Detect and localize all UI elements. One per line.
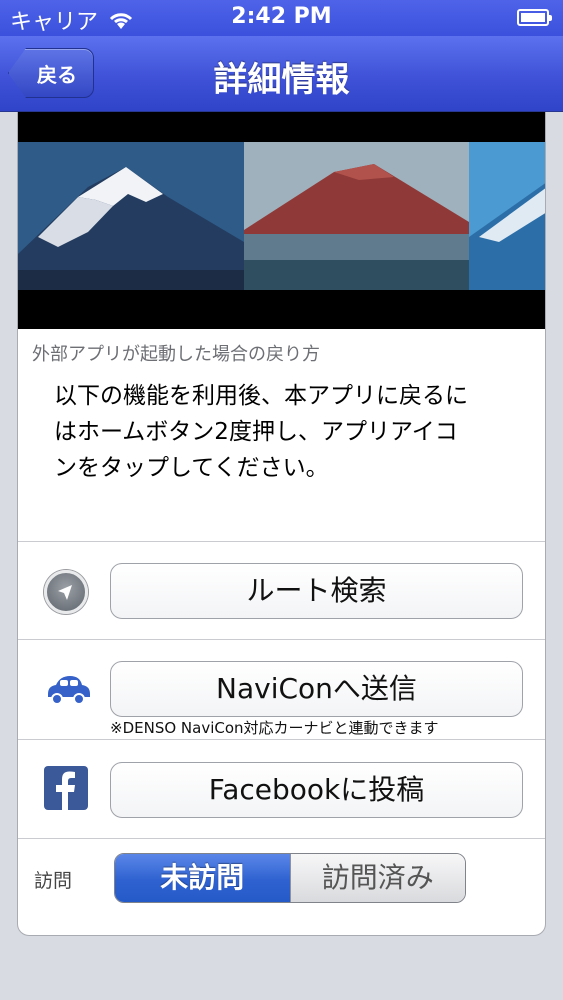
instruction-line: はホームボタン2度押し、アプリアイコ bbox=[54, 419, 458, 445]
detail-card: 外部アプリが起動した場合の戻り方 以下の機能を利用後、本アプリに戻るに はホーム… bbox=[17, 112, 546, 936]
compass-icon bbox=[44, 570, 88, 614]
clock: 2:42 PM bbox=[231, 4, 332, 29]
facebook-icon bbox=[44, 766, 88, 810]
external-app-label: 外部アプリが起動した場合の戻り方 bbox=[32, 344, 320, 365]
facebook-post-button[interactable]: Facebookに投稿 bbox=[110, 762, 523, 818]
navicon-note: ※DENSO NaviCon対応カーナビと連動できます bbox=[110, 719, 439, 737]
segment-not-visited[interactable]: 未訪問 bbox=[115, 854, 290, 902]
status-bar: キャリア 2:42 PM bbox=[0, 0, 563, 36]
mt-fuji-blue-photo[interactable] bbox=[469, 142, 546, 290]
visit-label: 訪問 bbox=[34, 870, 73, 892]
instruction-line: ンをタップしてください。 bbox=[54, 455, 329, 481]
mt-fuji-red-photo[interactable] bbox=[244, 142, 469, 290]
route-row: ルート検索 bbox=[18, 541, 545, 639]
visit-row: 訪問 未訪問 訪問済み bbox=[18, 838, 545, 935]
navigation-bar: 戻る 詳細情報 bbox=[0, 36, 563, 112]
page-title: 詳細情報 bbox=[213, 60, 350, 100]
segment-visited[interactable]: 訪問済み bbox=[289, 854, 465, 902]
photo-gallery[interactable] bbox=[18, 112, 546, 329]
instruction-line: 以下の機能を利用後、本アプリに戻るに bbox=[54, 383, 468, 409]
facebook-row: Facebookに投稿 bbox=[18, 739, 545, 838]
route-search-button[interactable]: ルート検索 bbox=[110, 563, 523, 619]
external-app-instructions: 以下の機能を利用後、本アプリに戻るに はホームボタン2度押し、アプリアイコ ンを… bbox=[54, 378, 534, 486]
car-icon bbox=[48, 676, 90, 705]
battery-icon bbox=[517, 9, 552, 26]
visit-segmented-control: 未訪問 訪問済み bbox=[114, 853, 466, 903]
navicon-row: NaviConへ送信 ※DENSO NaviCon対応カーナビと連動できます bbox=[18, 639, 545, 739]
navicon-send-button[interactable]: NaviConへ送信 bbox=[110, 661, 523, 717]
mt-fuji-snow-photo[interactable] bbox=[18, 142, 244, 290]
